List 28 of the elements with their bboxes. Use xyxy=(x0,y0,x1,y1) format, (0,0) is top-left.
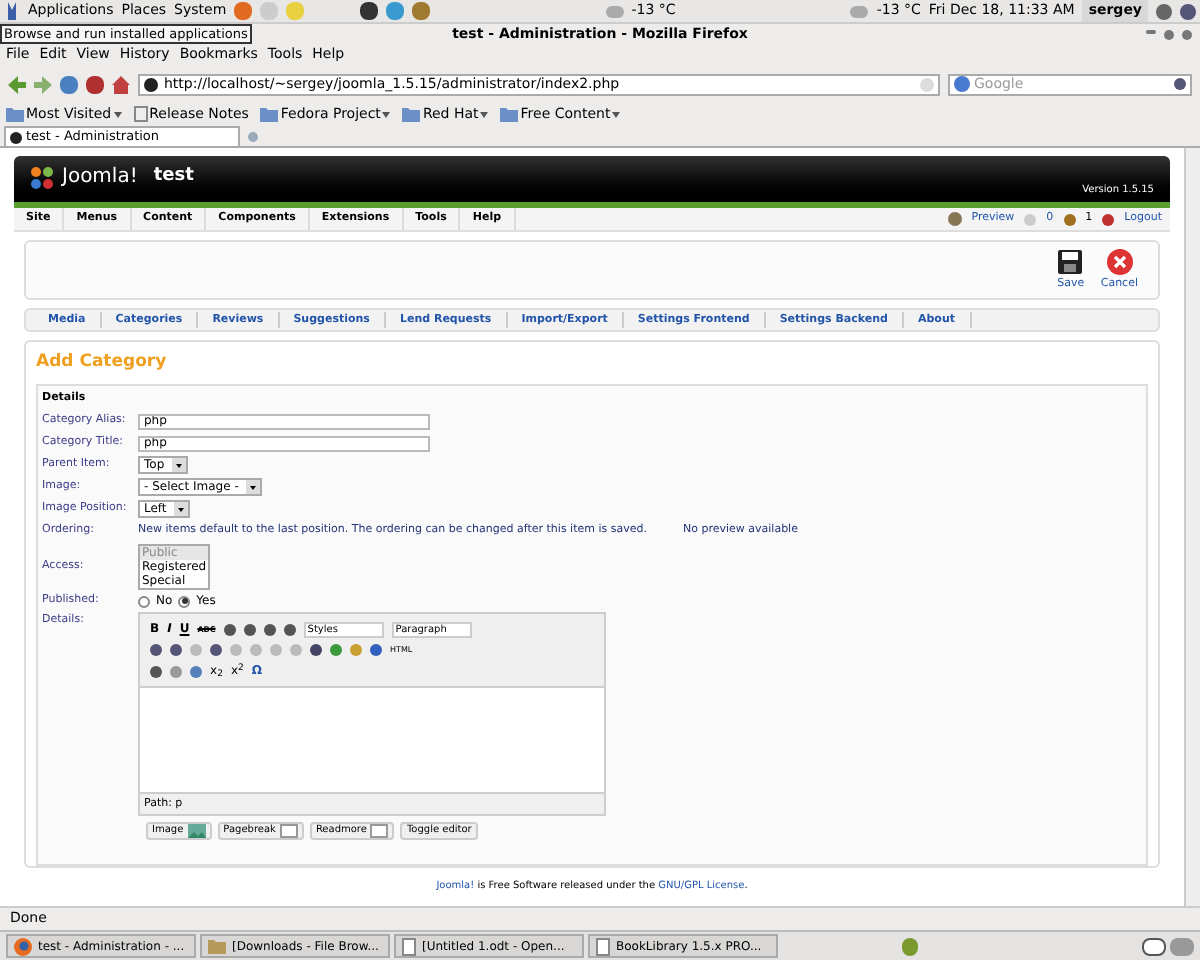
radio-button[interactable] xyxy=(178,595,191,607)
caret-icon xyxy=(382,111,391,117)
caret-icon xyxy=(612,111,621,117)
caret-icon xyxy=(246,480,261,494)
page-icon xyxy=(279,824,298,839)
folder-icon xyxy=(500,106,519,122)
caret-icon xyxy=(174,502,189,516)
radio-button[interactable] xyxy=(138,595,150,607)
folder-icon xyxy=(402,106,421,122)
site-name: test xyxy=(153,163,194,190)
folder-icon xyxy=(260,106,279,122)
document-icon xyxy=(402,937,416,955)
joomla-logo-icon xyxy=(30,165,54,189)
joomla-logo-text: Joomla! xyxy=(62,164,138,192)
page-icon xyxy=(370,824,389,839)
caret-icon xyxy=(113,111,122,117)
caret-icon xyxy=(172,458,187,472)
cancel-icon xyxy=(1105,247,1134,276)
folder-icon xyxy=(6,106,24,122)
back-arrow-icon[interactable] xyxy=(8,75,26,93)
foot-icon[interactable] xyxy=(4,2,20,20)
caret-icon xyxy=(480,111,489,117)
scrollbar[interactable] xyxy=(1184,148,1200,906)
page-heading: Add Category xyxy=(36,350,169,376)
document-icon xyxy=(596,937,610,955)
folder-icon xyxy=(208,938,226,954)
forward-arrow-icon[interactable] xyxy=(34,75,52,93)
page-icon xyxy=(133,106,148,122)
